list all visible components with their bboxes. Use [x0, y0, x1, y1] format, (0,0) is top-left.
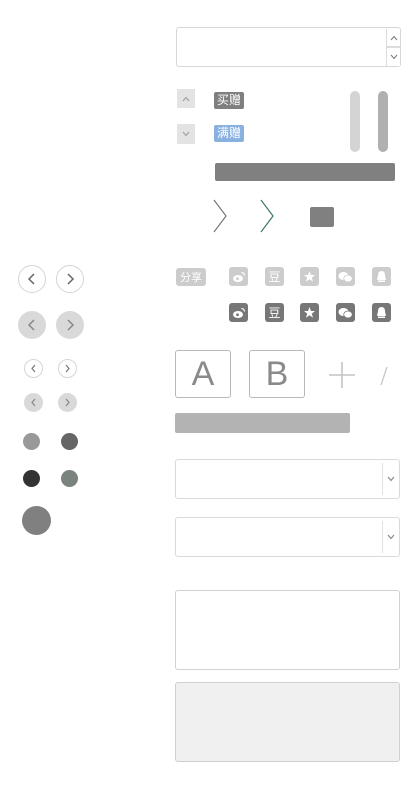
chevron-down-icon: [182, 131, 190, 137]
douban-icon[interactable]: 豆: [265, 303, 284, 322]
qq-icon[interactable]: [372, 267, 391, 286]
chevron-right-icon[interactable]: [211, 198, 229, 234]
select-arrow[interactable]: [382, 521, 399, 553]
select-box[interactable]: [175, 459, 400, 499]
plus-icon[interactable]: [328, 361, 356, 389]
share-label: 分享: [180, 271, 202, 284]
chevron-right-icon: [65, 398, 70, 407]
chevron-up-icon: [182, 96, 190, 101]
chevron-down-icon: [387, 534, 395, 540]
spinner-input[interactable]: [179, 30, 388, 66]
chevron-left-icon: [31, 364, 36, 373]
douban-icon[interactable]: 豆: [265, 267, 284, 286]
wechat-icon[interactable]: [336, 267, 355, 286]
dot-light-gray[interactable]: [23, 433, 40, 450]
number-spinner[interactable]: [176, 27, 401, 67]
prev-button-filled-large[interactable]: [18, 311, 46, 339]
stop-square[interactable]: [310, 207, 334, 227]
select-arrow[interactable]: [382, 463, 399, 495]
scrollbar-light[interactable]: [350, 91, 360, 152]
prev-button-outline-small[interactable]: [24, 359, 43, 378]
dot-mid-gray[interactable]: [61, 433, 78, 450]
scroll-down-button[interactable]: [177, 124, 195, 144]
select-box[interactable]: [175, 517, 400, 557]
chevron-down-icon: [387, 476, 395, 482]
chevron-right-icon: [65, 364, 70, 373]
chevron-left-icon: [31, 398, 36, 407]
share-label-button[interactable]: 分享: [176, 268, 206, 286]
progress-bar-dark: [215, 163, 395, 181]
weibo-icon[interactable]: [229, 303, 248, 322]
dot-large[interactable]: [22, 506, 51, 535]
next-button-filled-small[interactable]: [58, 393, 77, 412]
chevron-right-icon: [67, 319, 75, 331]
scroll-up-button[interactable]: [177, 89, 195, 108]
chevron-left-icon: [27, 319, 35, 331]
chevron-down-icon: [390, 54, 397, 60]
next-button-filled-large[interactable]: [56, 311, 84, 339]
prev-button-filled-small[interactable]: [24, 393, 43, 412]
spinner-down-button[interactable]: [386, 47, 400, 66]
spinner-up-button[interactable]: [386, 29, 400, 47]
qzone-star-icon[interactable]: [300, 303, 319, 322]
chevron-left-icon: [27, 273, 35, 285]
progress-bar-light: [175, 413, 350, 433]
chevron-up-icon: [390, 35, 397, 40]
slash-icon: [380, 366, 388, 386]
chevron-right-active-icon[interactable]: [258, 198, 276, 234]
buy-gift-tag: 买赠: [214, 92, 245, 109]
weibo-icon[interactable]: [229, 267, 248, 286]
next-button-outline-large[interactable]: [56, 265, 84, 293]
dot-dark[interactable]: [23, 470, 40, 487]
option-a-button[interactable]: A: [175, 350, 231, 398]
scrollbar-dark[interactable]: [378, 91, 388, 152]
textarea[interactable]: [175, 590, 400, 670]
wechat-icon[interactable]: [336, 303, 355, 322]
qzone-star-icon[interactable]: [300, 267, 319, 286]
prev-button-outline-large[interactable]: [18, 265, 46, 293]
option-b-button[interactable]: B: [249, 350, 305, 398]
chevron-right-icon: [67, 273, 75, 285]
dot-green-gray[interactable]: [61, 470, 78, 487]
next-button-outline-small[interactable]: [58, 359, 77, 378]
qq-icon[interactable]: [372, 303, 391, 322]
full-gift-tag: 满赠: [214, 125, 245, 142]
textarea-disabled: [175, 682, 400, 762]
